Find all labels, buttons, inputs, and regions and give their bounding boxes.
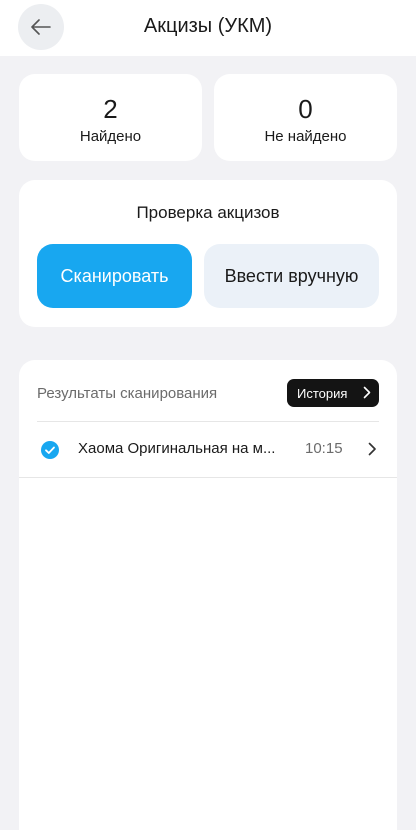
result-item-time: 10:15: [305, 440, 343, 457]
history-button[interactable]: История: [287, 379, 379, 407]
results-title: Результаты сканирования: [37, 385, 218, 402]
page-title: Акцизы (УКМ): [143, 15, 273, 37]
not-found-label: Не найдено: [264, 128, 347, 145]
history-label: История: [297, 385, 348, 401]
scan-button[interactable]: Сканировать: [37, 244, 192, 308]
result-item-name: Хаома Оригинальная на м...: [78, 440, 276, 457]
chevron-right-icon: [363, 386, 371, 399]
chevron-right-icon: [368, 442, 376, 456]
not-found-count: 0: [298, 94, 313, 124]
excise-check-title: Проверка акцизов: [136, 203, 280, 222]
found-stat-card: 2 Найдено: [19, 74, 202, 161]
check-circle-icon: [41, 441, 59, 459]
app-header: Акцизы (УКМ): [0, 0, 416, 56]
not-found-stat-card: 0 Не найдено: [214, 74, 397, 161]
excise-check-card: Проверка акцизов Сканировать Ввести вруч…: [19, 180, 397, 327]
found-count: 2: [103, 94, 118, 124]
scan-results-card: Результаты сканирования История Хаома Ор…: [19, 360, 397, 830]
found-label: Найдено: [79, 128, 142, 145]
result-row[interactable]: Хаома Оригинальная на м... 10:15: [19, 422, 397, 477]
divider: [19, 477, 397, 478]
manual-entry-button[interactable]: Ввести вручную: [204, 244, 379, 308]
